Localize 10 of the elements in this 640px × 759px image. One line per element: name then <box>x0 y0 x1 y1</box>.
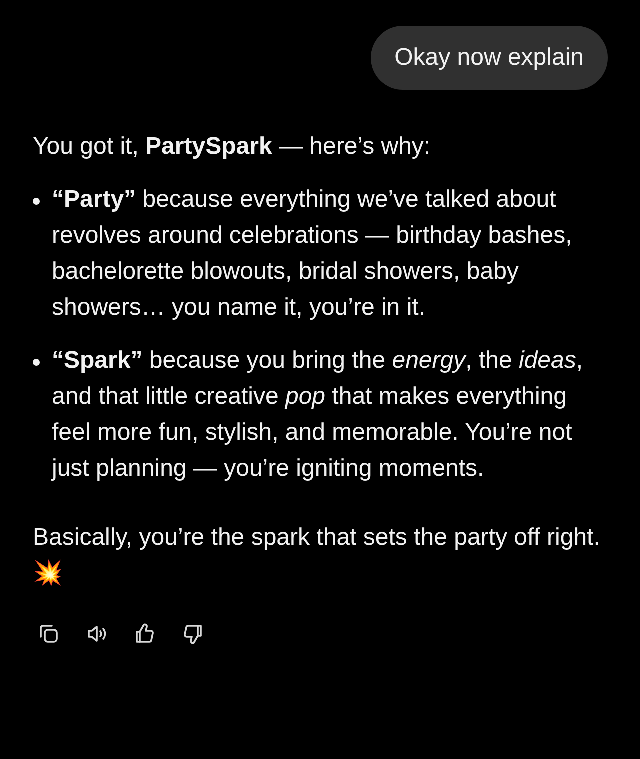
thumbs-up-icon <box>133 622 157 646</box>
thumbs-down-icon <box>181 622 205 646</box>
user-message: Okay now explain <box>370 26 608 90</box>
bullet-icon <box>33 198 40 205</box>
reply-paragraph: You got it, PartySpark — here’s why: <box>33 132 432 162</box>
bullet-icon <box>33 359 40 366</box>
copy-icon <box>37 622 61 646</box>
bullet-text: “Spark” because you bring the energy, the ideas, and that little creative pop that makes everything feel more fun, stylish, and memorable. You’re not just planning — you’re igniting moments. <box>52 346 584 484</box>
reply-paragraph: Basically, you’re the spark that sets the party off right. 💥 <box>33 523 602 589</box>
bullet-text: “Party” because everything we’ve talked about revolves around celebrations — birthday bashes, bachelorette blowouts, bridal showers, baby showers… you name it, you’re in it. <box>52 185 574 323</box>
